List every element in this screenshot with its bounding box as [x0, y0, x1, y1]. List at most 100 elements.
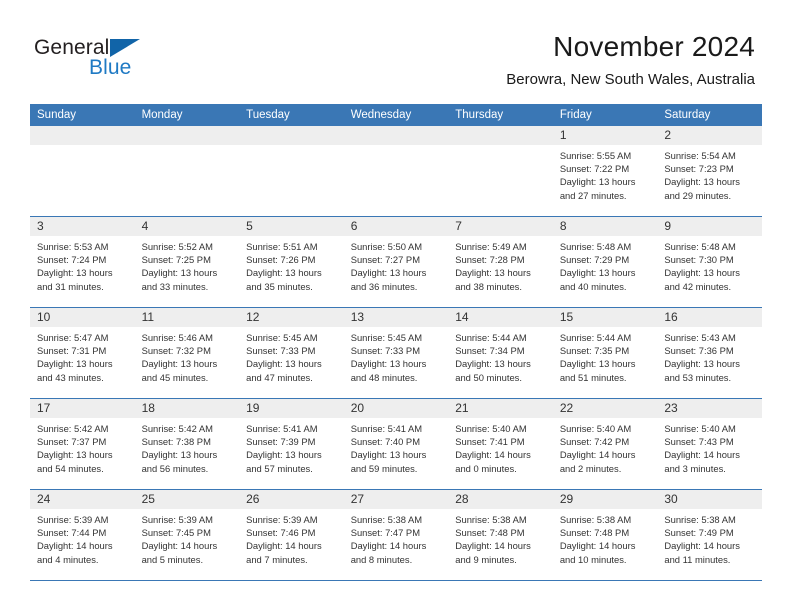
sunset-text: Sunset: 7:30 PM — [664, 254, 734, 266]
day-cell[interactable]: 8 Sunrise: 5:48 AM Sunset: 7:29 PM Daylight… — [552, 217, 658, 307]
page-title: November 2024 — [553, 31, 755, 62]
daylight-text: Daylight: 14 hours and 7 minutes. — [246, 540, 322, 565]
day-number — [343, 126, 449, 145]
day-info: Sunrise: 5:46 AM Sunset: 7:32 PM Daylight:… — [135, 327, 240, 384]
week-row: 17 Sunrise: 5:42 AM Sunset: 7:37 PM Dayligh… — [30, 399, 762, 490]
day-number — [448, 126, 553, 145]
day-cell[interactable]: 9 Sunrise: 5:48 AM Sunset: 7:30 PM Daylight… — [657, 217, 762, 307]
sunset-text: Sunset: 7:38 PM — [141, 436, 211, 448]
title-block: November 2024 Berowra, New South Wales, … — [506, 30, 755, 89]
daylight-text: Daylight: 13 hours and 36 minutes. — [350, 267, 427, 292]
day-number: 30 — [657, 490, 762, 509]
sunset-text: Sunset: 7:22 PM — [559, 163, 630, 175]
day-number: 10 — [30, 308, 135, 327]
day-number: 2 — [657, 126, 762, 145]
day-cell[interactable]: 15 Sunrise: 5:44 AM Sunset: 7:35 PM Dayligh… — [552, 308, 658, 398]
calendar-grid: Sunday Monday Tuesday Wednesday Thursday Frid… — [30, 104, 762, 581]
day-info: Sunrise: 5:45 AM Sunset: 7:33 PM Daylight:… — [344, 327, 449, 384]
day-cell[interactable]: 17 Sunrise: 5:42 AM Sunset: 7:37 PM Dayligh… — [30, 399, 135, 489]
day-cell[interactable]: 12 Sunrise: 5:45 AM Sunset: 7:33 PM Dayligh… — [239, 308, 344, 398]
day-cell[interactable]: 3 Sunrise: 5:53 AM Sunset: 7:24 PM Daylight… — [30, 217, 135, 307]
day-cell[interactable]: 26 Sunrise: 5:39 AM Sunset: 7:46 PM Dayligh… — [239, 490, 344, 580]
day-cell[interactable]: 4 Sunrise: 5:52 AM Sunset: 7:25 PM Daylight… — [134, 217, 240, 307]
day-cell[interactable]: 22 Sunrise: 5:40 AM Sunset: 7:42 PM Dayligh… — [552, 399, 658, 489]
week-row: 1 Sunrise: 5:55 AM Sunset: 7:22 PM Daylight… — [30, 126, 762, 217]
day-cell[interactable]: 18 Sunrise: 5:42 AM Sunset: 7:38 PM Dayligh… — [134, 399, 240, 489]
day-cell[interactable]: 19 Sunrise: 5:41 AM Sunset: 7:39 PM Dayligh… — [239, 399, 344, 489]
day-cell[interactable]: 7 Sunrise: 5:49 AM Sunset: 7:28 PM Daylight… — [448, 217, 553, 307]
daylight-text: Daylight: 13 hours and 53 minutes. — [664, 358, 740, 383]
sunrise-text: Sunrise: 5:51 AM — [246, 241, 318, 252]
daylight-text: Daylight: 13 hours and 50 minutes. — [455, 358, 531, 383]
general-blue-logo[interactable]: General Blue — [34, 36, 154, 84]
day-info: Sunrise: 5:39 AM Sunset: 7:45 PM Daylight:… — [135, 509, 240, 566]
daylight-text: Daylight: 14 hours and 10 minutes. — [559, 540, 636, 565]
day-cell[interactable]: 11 Sunrise: 5:46 AM Sunset: 7:32 PM Dayligh… — [134, 308, 240, 398]
day-info: Sunrise: 5:38 AM Sunset: 7:47 PM Daylight:… — [344, 509, 449, 566]
sunrise-text: Sunrise: 5:42 AM — [37, 423, 109, 434]
day-number: 25 — [134, 490, 240, 509]
sunrise-text: Sunrise: 5:45 AM — [246, 332, 318, 343]
weekday-header-thursday: Thursday — [455, 109, 504, 121]
sunrise-text: Sunrise: 5:38 AM — [664, 514, 736, 525]
logo-triangle-icon — [110, 39, 140, 57]
day-info: Sunrise: 5:41 AM Sunset: 7:39 PM Daylight:… — [239, 418, 344, 475]
day-cell[interactable]: 27 Sunrise: 5:38 AM Sunset: 7:47 PM Dayligh… — [343, 490, 449, 580]
day-info: Sunrise: 5:40 AM Sunset: 7:42 PM Daylight:… — [553, 418, 658, 475]
day-info: Sunrise: 5:41 AM Sunset: 7:40 PM Daylight:… — [344, 418, 449, 475]
day-cell[interactable]: 28 Sunrise: 5:38 AM Sunset: 7:48 PM Dayligh… — [448, 490, 553, 580]
sunrise-text: Sunrise: 5:48 AM — [559, 241, 632, 252]
sunset-text: Sunset: 7:23 PM — [664, 163, 734, 175]
day-info: Sunrise: 5:48 AM Sunset: 7:29 PM Daylight:… — [553, 236, 658, 293]
day-number: 17 — [30, 399, 135, 418]
day-number: 5 — [239, 217, 344, 236]
sunset-text: Sunset: 7:39 PM — [246, 436, 316, 448]
day-cell[interactable]: 30 Sunrise: 5:38 AM Sunset: 7:49 PM Dayligh… — [657, 490, 762, 580]
week-row: 3 Sunrise: 5:53 AM Sunset: 7:24 PM Daylight… — [30, 217, 762, 308]
day-info: Sunrise: 5:50 AM Sunset: 7:27 PM Daylight:… — [344, 236, 449, 293]
day-info: Sunrise: 5:44 AM Sunset: 7:35 PM Daylight:… — [553, 327, 658, 384]
day-cell[interactable]: 21 Sunrise: 5:40 AM Sunset: 7:41 PM Dayligh… — [448, 399, 553, 489]
day-cell[interactable]: 13 Sunrise: 5:45 AM Sunset: 7:33 PM Dayligh… — [343, 308, 449, 398]
daylight-text: Daylight: 13 hours and 56 minutes. — [141, 449, 218, 474]
sunset-text: Sunset: 7:46 PM — [246, 527, 316, 539]
sunrise-text: Sunrise: 5:43 AM — [664, 332, 736, 343]
sunset-text: Sunset: 7:48 PM — [559, 527, 630, 539]
daylight-text: Daylight: 13 hours and 31 minutes. — [37, 267, 113, 292]
sunrise-text: Sunrise: 5:44 AM — [455, 332, 527, 343]
day-cell[interactable]: 20 Sunrise: 5:41 AM Sunset: 7:40 PM Dayligh… — [343, 399, 449, 489]
daylight-text: Daylight: 13 hours and 42 minutes. — [664, 267, 740, 292]
day-cell[interactable]: 16 Sunrise: 5:43 AM Sunset: 7:36 PM Dayligh… — [657, 308, 762, 398]
day-cell[interactable]: 24 Sunrise: 5:39 AM Sunset: 7:44 PM Dayligh… — [30, 490, 135, 580]
daylight-text: Daylight: 14 hours and 3 minutes. — [664, 449, 740, 474]
daylight-text: Daylight: 13 hours and 54 minutes. — [37, 449, 113, 474]
day-cell-empty — [343, 126, 449, 216]
day-cell[interactable]: 5 Sunrise: 5:51 AM Sunset: 7:26 PM Daylight… — [239, 217, 344, 307]
sunset-text: Sunset: 7:49 PM — [664, 527, 734, 539]
day-number — [30, 126, 135, 145]
sunset-text: Sunset: 7:44 PM — [37, 527, 107, 539]
sunset-text: Sunset: 7:48 PM — [455, 527, 525, 539]
sunset-text: Sunset: 7:34 PM — [455, 345, 525, 357]
sunset-text: Sunset: 7:31 PM — [37, 345, 107, 357]
sunset-text: Sunset: 7:40 PM — [350, 436, 420, 448]
sunrise-text: Sunrise: 5:52 AM — [141, 241, 213, 252]
day-number: 22 — [552, 399, 658, 418]
sunrise-text: Sunrise: 5:48 AM — [664, 241, 736, 252]
weekday-header-saturday: Saturday — [664, 109, 711, 121]
day-cell[interactable]: 6 Sunrise: 5:50 AM Sunset: 7:27 PM Daylight… — [343, 217, 449, 307]
day-cell[interactable]: 23 Sunrise: 5:40 AM Sunset: 7:43 PM Dayligh… — [657, 399, 762, 489]
day-cell[interactable]: 1 Sunrise: 5:55 AM Sunset: 7:22 PM Daylight… — [552, 126, 658, 216]
day-cell[interactable]: 29 Sunrise: 5:38 AM Sunset: 7:48 PM Dayligh… — [552, 490, 658, 580]
day-info: Sunrise: 5:42 AM Sunset: 7:38 PM Daylight:… — [135, 418, 240, 475]
day-cell[interactable]: 25 Sunrise: 5:39 AM Sunset: 7:45 PM Dayligh… — [134, 490, 240, 580]
day-cell[interactable]: 14 Sunrise: 5:44 AM Sunset: 7:34 PM Dayligh… — [448, 308, 553, 398]
day-cell[interactable]: 2 Sunrise: 5:54 AM Sunset: 7:23 PM Daylight… — [657, 126, 762, 216]
sunset-text: Sunset: 7:37 PM — [37, 436, 107, 448]
calendar-body: 1 Sunrise: 5:55 AM Sunset: 7:22 PM Daylight… — [30, 126, 762, 581]
daylight-text: Daylight: 13 hours and 29 minutes. — [664, 176, 740, 201]
daylight-text: Daylight: 13 hours and 51 minutes. — [559, 358, 636, 383]
day-number: 27 — [343, 490, 449, 509]
weekday-header-row: Sunday Monday Tuesday Wednesday Thursday Frid… — [30, 104, 762, 126]
day-cell[interactable]: 10 Sunrise: 5:47 AM Sunset: 7:31 PM Dayligh… — [30, 308, 135, 398]
